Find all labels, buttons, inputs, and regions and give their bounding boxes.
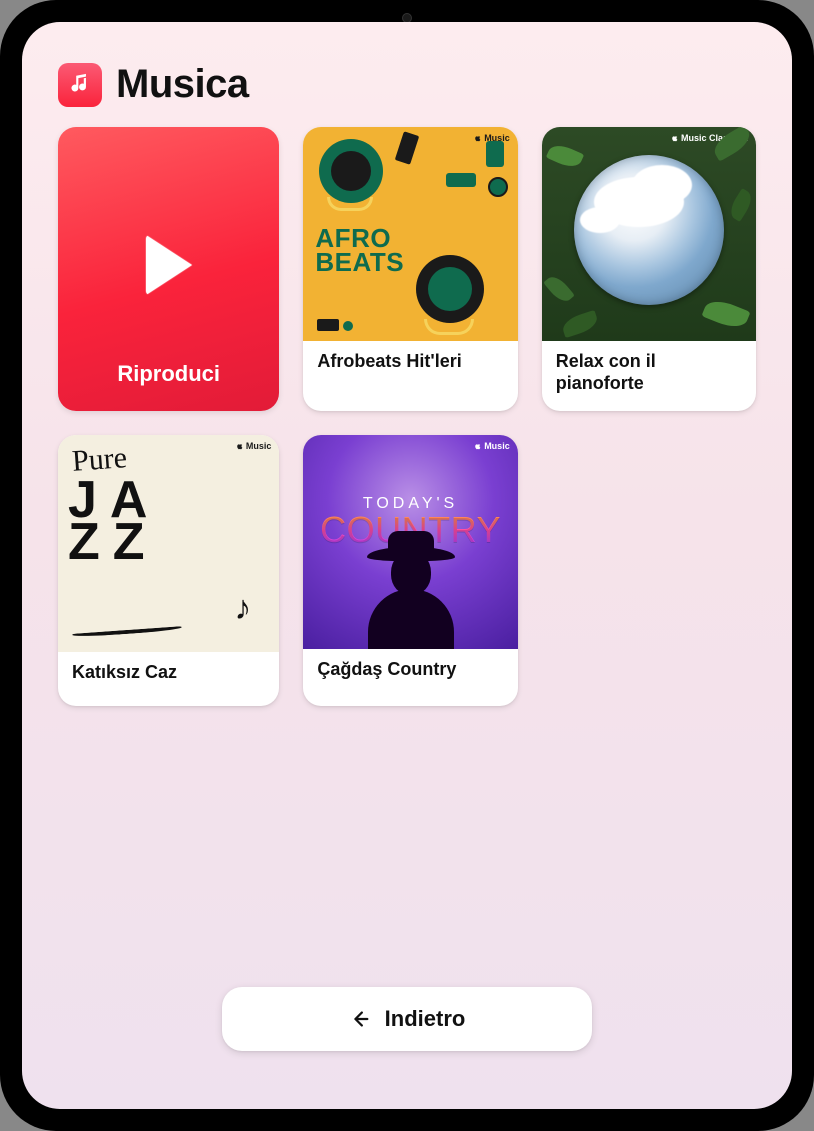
cowboy-silhouette bbox=[341, 529, 481, 649]
apple-logo-icon bbox=[474, 134, 482, 142]
playlist-tile-relax-piano[interactable]: Music Classical Relax con il pianoforte bbox=[542, 127, 756, 411]
playlist-grid: Riproduci Music AFROBEATS bbox=[58, 127, 756, 706]
playlist-title: Çağdaş Country bbox=[303, 649, 517, 703]
playlist-art-relax: Music Classical bbox=[542, 127, 756, 341]
cover-art-text: AFROBEATS bbox=[315, 227, 404, 275]
apple-music-badge: Music bbox=[474, 441, 510, 451]
music-note-icon: ♪ bbox=[234, 589, 251, 628]
play-icon bbox=[146, 235, 192, 295]
playlist-tile-afrobeats[interactable]: Music AFROBEATS Afrobeats Hit'leri bbox=[303, 127, 517, 411]
apple-logo-icon bbox=[671, 134, 679, 142]
brand-label: Music bbox=[484, 441, 510, 451]
music-app-icon bbox=[58, 63, 102, 107]
playlist-title: Katıksız Caz bbox=[58, 652, 279, 706]
playlist-art-jazz: Music Pure JA ZZ ♪ bbox=[58, 435, 279, 652]
apple-logo-icon bbox=[474, 442, 482, 450]
playlist-art-afrobeats: Music AFROBEATS bbox=[303, 127, 517, 341]
playlist-title: Relax con il pianoforte bbox=[542, 341, 756, 408]
cover-art-text: JA ZZ bbox=[68, 479, 146, 564]
app-header: Musica bbox=[58, 62, 756, 107]
footer: Indietro bbox=[58, 987, 756, 1073]
ipad-device-frame: Musica Riproduci Music bbox=[0, 0, 814, 1131]
arrow-left-icon bbox=[349, 1008, 371, 1030]
mirror-sky-art bbox=[574, 155, 724, 305]
play-all-tile[interactable]: Riproduci bbox=[58, 127, 279, 411]
back-button[interactable]: Indietro bbox=[222, 987, 592, 1051]
playlist-tile-todays-country[interactable]: Music TODAY'S COUNTRY Çağdaş Country bbox=[303, 435, 517, 706]
app-screen: Musica Riproduci Music bbox=[22, 22, 792, 1109]
page-title: Musica bbox=[116, 62, 249, 107]
playlist-art-country: Music TODAY'S COUNTRY bbox=[303, 435, 517, 649]
brand-label: Music bbox=[246, 441, 272, 451]
playlist-title: Afrobeats Hit'leri bbox=[303, 341, 517, 395]
apple-music-badge: Music bbox=[236, 441, 272, 451]
playlist-tile-pure-jazz[interactable]: Music Pure JA ZZ ♪ Katıksız Caz bbox=[58, 435, 279, 706]
music-note-icon bbox=[67, 72, 93, 98]
apple-logo-icon bbox=[236, 442, 244, 450]
back-button-label: Indietro bbox=[385, 1006, 466, 1032]
play-tile-label: Riproduci bbox=[117, 361, 220, 387]
